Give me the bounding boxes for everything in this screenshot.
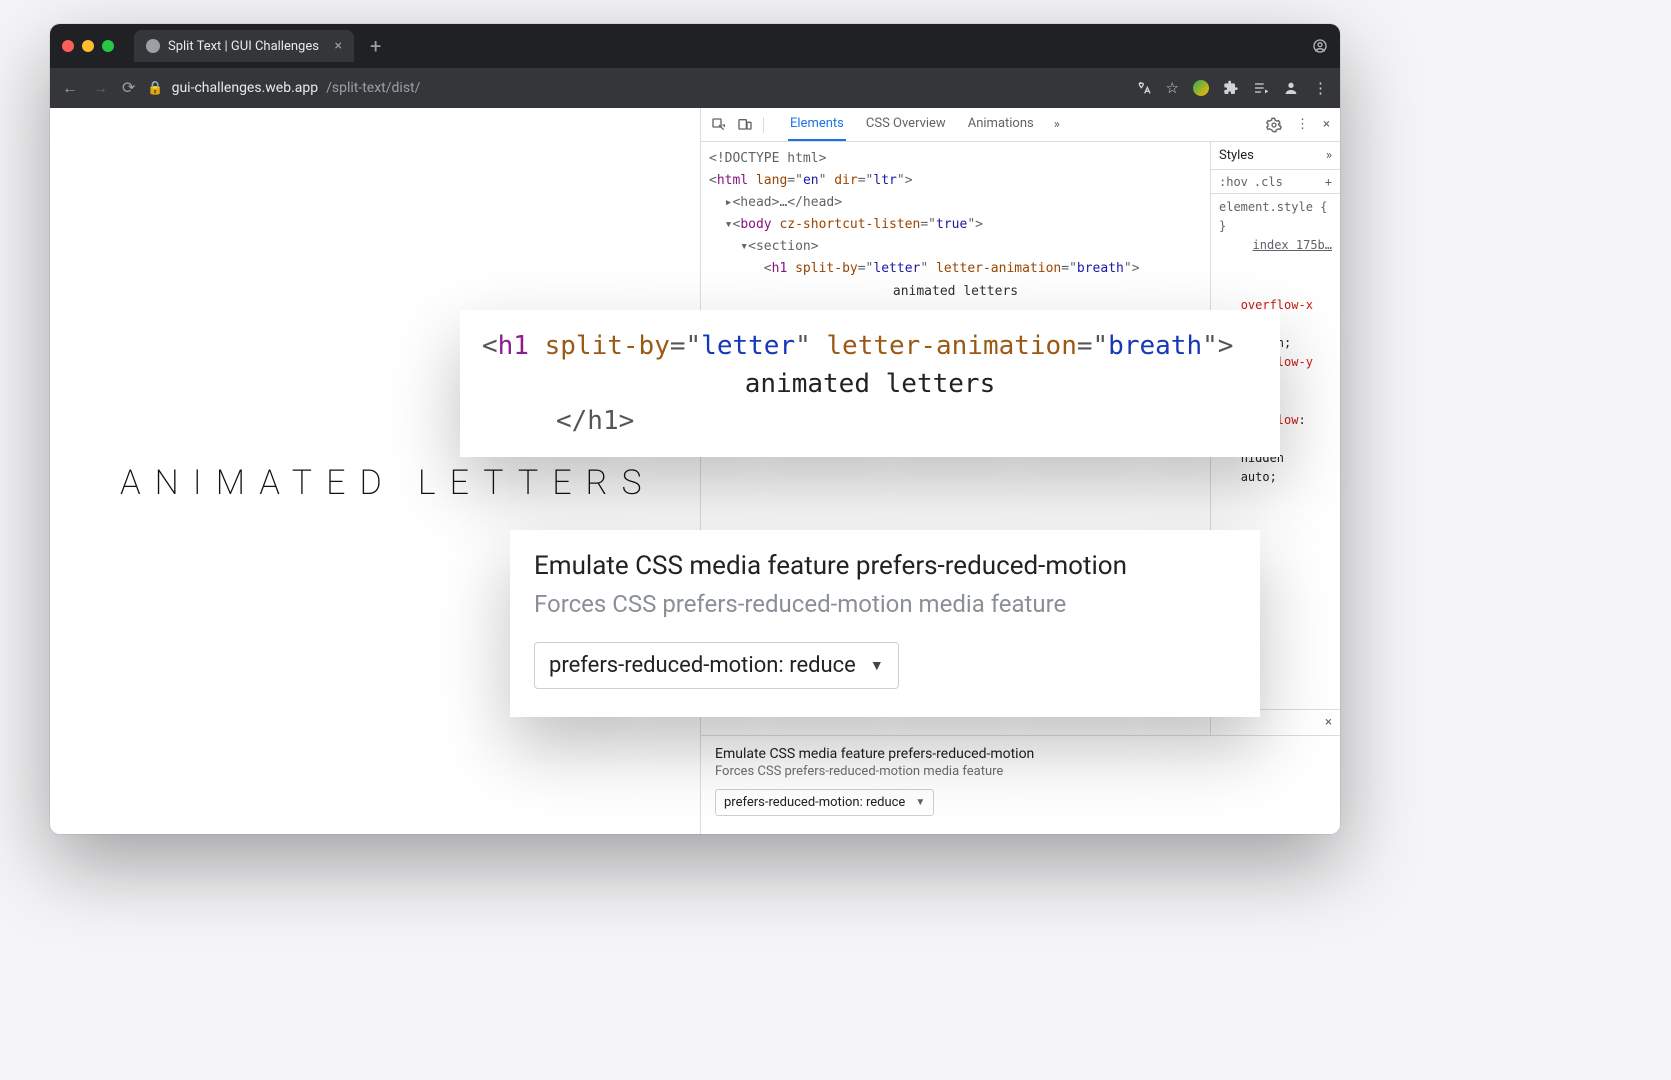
devtools-tab-animations[interactable]: Animations <box>966 108 1036 141</box>
callout-code-snippet: <h1 split-by="letter" letter-animation="… <box>460 310 1280 457</box>
tab-title: Split Text | GUI Challenges <box>168 39 319 54</box>
device-toggle-icon[interactable] <box>737 117 753 133</box>
styles-overflow-icon[interactable]: » <box>1326 148 1332 163</box>
dom-html-lang-attr: lang <box>756 173 787 188</box>
rendering-select[interactable]: prefers-reduced-motion: reduce ▼ <box>715 789 934 816</box>
styles-element-style: element.style { <box>1219 200 1327 214</box>
cc-text: animated letters <box>482 366 1258 404</box>
window-zoom-icon[interactable] <box>102 40 114 52</box>
browser-tabbar: Split Text | GUI Challenges × + <box>50 24 1340 68</box>
translate-icon[interactable] <box>1136 80 1152 96</box>
dom-body-tag[interactable]: body <box>740 217 771 232</box>
cc-attr1: split-by <box>545 331 670 361</box>
browser-addressbar: ← → ⟳ 🔒 gui-challenges.web.app/split-tex… <box>50 68 1340 108</box>
devtools-tabbar: Elements CSS Overview Animations » ⋮ × <box>701 108 1340 142</box>
extensions-puzzle-icon[interactable] <box>1223 80 1239 96</box>
dom-h1-val1: letter <box>873 261 920 276</box>
page-viewport: ANIMATED LETTERS <box>50 108 700 834</box>
dom-html-dir-val: ltr <box>873 173 896 188</box>
window-close-icon[interactable] <box>62 40 74 52</box>
nav-back-icon[interactable]: ← <box>62 80 78 96</box>
dom-body-attr: cz-shortcut-listen <box>779 217 920 232</box>
dom-section[interactable]: <section> <box>748 239 818 254</box>
account-icon[interactable] <box>1312 38 1328 54</box>
rendering-title: Emulate CSS media feature prefers-reduce… <box>715 746 1326 762</box>
cc-close: </h1> <box>556 406 634 436</box>
address-field[interactable]: 🔒 gui-challenges.web.app/split-text/dist… <box>147 80 420 96</box>
devtools-panel: Elements CSS Overview Animations » ⋮ × <… <box>700 108 1340 834</box>
chevron-down-icon: ▼ <box>915 797 925 808</box>
dom-html-lang-val: en <box>803 173 819 188</box>
styles-close-brace: } <box>1219 219 1226 233</box>
devtools-tab-css-overview[interactable]: CSS Overview <box>864 108 948 141</box>
callout-rendering-panel: Emulate CSS media feature prefers-reduce… <box>510 530 1260 717</box>
cc-tag: h1 <box>498 331 529 361</box>
url-path: /split-text/dist/ <box>326 80 420 96</box>
page-hero-heading: ANIMATED LETTERS <box>120 463 656 503</box>
rendering-subtitle: Forces CSS prefers-reduced-motion media … <box>715 764 1326 779</box>
bookmark-star-icon[interactable]: ☆ <box>1166 79 1179 97</box>
rendering-select-value: prefers-reduced-motion: reduce <box>724 795 905 810</box>
url-host: gui-challenges.web.app <box>172 80 319 96</box>
dom-h1-textcontent: animated letters <box>893 284 1018 299</box>
devtools-settings-icon[interactable] <box>1266 117 1282 133</box>
new-tab-button[interactable]: + <box>364 34 387 58</box>
extension-green-icon[interactable] <box>1193 80 1209 96</box>
browser-menu-icon[interactable]: ⋮ <box>1313 79 1328 97</box>
styles-cls[interactable]: .cls <box>1254 175 1283 189</box>
profile-avatar-icon[interactable] <box>1283 80 1299 96</box>
chevron-down-icon: ▼ <box>870 657 884 674</box>
dom-doctype: <!DOCTYPE html> <box>709 151 826 166</box>
styles-add-icon[interactable]: + <box>1325 175 1332 189</box>
browser-tab[interactable]: Split Text | GUI Challenges × <box>134 30 354 62</box>
media-playlist-icon[interactable] <box>1253 80 1269 96</box>
styles-hov[interactable]: :hov <box>1219 175 1248 189</box>
window-minimize-icon[interactable] <box>82 40 94 52</box>
dom-body-val: true <box>936 217 967 232</box>
cr-select-value: prefers-reduced-motion: reduce <box>549 653 856 678</box>
favicon-icon <box>146 39 160 53</box>
styles-source-link[interactable]: index 175b… <box>1253 238 1332 252</box>
dom-h1-val2: breath <box>1077 261 1124 276</box>
cc-val1: letter <box>701 331 795 361</box>
devtools-close-icon[interactable]: × <box>1323 117 1330 132</box>
cc-attr2: letter-animation <box>826 331 1076 361</box>
inspect-element-icon[interactable] <box>711 117 727 133</box>
devtools-rendering-drawer: Emulate CSS media feature prefers-reduce… <box>701 735 1340 834</box>
tab-close-icon[interactable]: × <box>335 39 342 53</box>
dom-html-dir-attr: dir <box>834 173 857 188</box>
dom-head[interactable]: <head>…</head> <box>732 195 842 210</box>
styles-pane-close-icon[interactable]: × <box>1325 715 1332 730</box>
cc-val2: breath <box>1108 331 1202 361</box>
dom-h1-attr1: split-by <box>795 261 858 276</box>
dom-h1-attr2: letter-animation <box>936 261 1061 276</box>
styles-tab[interactable]: Styles <box>1219 148 1254 163</box>
dom-html-tag: html <box>717 173 748 188</box>
cr-select[interactable]: prefers-reduced-motion: reduce ▼ <box>534 642 899 689</box>
devtools-tabs-overflow-icon[interactable]: » <box>1054 117 1060 132</box>
cr-subtitle: Forces CSS prefers-reduced-motion media … <box>534 590 1236 618</box>
devtools-tab-elements[interactable]: Elements <box>788 108 846 141</box>
dom-h1-tag[interactable]: h1 <box>772 261 788 276</box>
nav-forward-icon[interactable]: → <box>92 80 108 96</box>
lock-icon: 🔒 <box>147 81 163 96</box>
nav-reload-icon[interactable]: ⟳ <box>122 80 135 96</box>
css-auto2: auto; <box>1241 470 1277 484</box>
cr-title: Emulate CSS media feature prefers-reduce… <box>534 550 1236 584</box>
window-controls <box>62 40 114 52</box>
devtools-menu-icon[interactable]: ⋮ <box>1296 117 1309 132</box>
